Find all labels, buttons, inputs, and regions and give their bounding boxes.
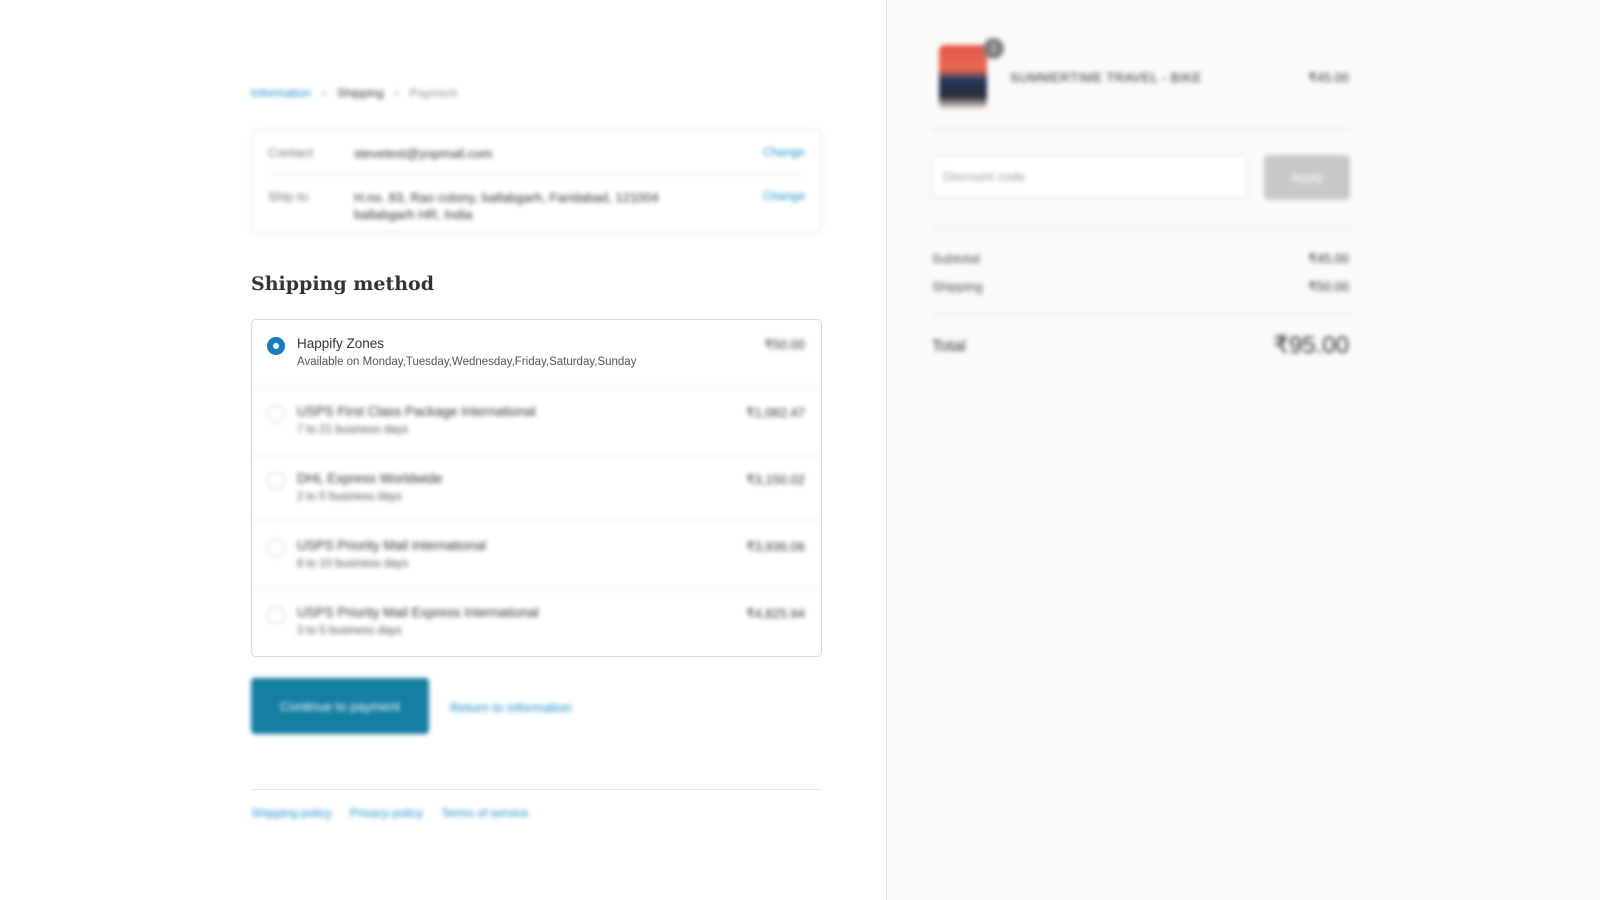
- ship-to-line-1: H.no. 83, Rao colony, ballabgarh, Farida…: [354, 190, 659, 205]
- radio-selected-icon[interactable]: [267, 337, 285, 355]
- summary-divider: [932, 228, 1350, 229]
- shipping-option-name: USPS Priority Mail International: [297, 538, 487, 553]
- contact-value: stevetest@yopmail.com: [354, 146, 493, 161]
- footer-link-terms-of-service[interactable]: Terms of service: [441, 806, 528, 820]
- shipping-option-price: ₹50.00: [764, 337, 805, 352]
- shipping-option-sub: 7 to 21 business days: [297, 424, 409, 436]
- contact-label: Contact: [268, 145, 313, 160]
- product-thumbnail: [939, 45, 987, 109]
- chevron-right-icon: ›: [322, 86, 327, 100]
- review-ship-to-row: Ship to H.no. 83, Rao colony, ballabgarh…: [252, 189, 821, 223]
- checkout-main: Information › Shipping › Payment Contact…: [0, 0, 886, 900]
- shipping-option-usps-priority[interactable]: USPS Priority Mail International 6 to 10…: [252, 521, 821, 588]
- summary-divider: [932, 314, 1350, 315]
- order-summary: [886, 0, 1600, 900]
- shipping-option-usps-first-class[interactable]: USPS First Class Package International 7…: [252, 387, 821, 454]
- product-name: SUMMERTIME TRAVEL - BIKE: [1010, 70, 1202, 85]
- total-label: Total: [932, 338, 966, 355]
- radio-icon[interactable]: [267, 472, 285, 490]
- breadcrumb-payment: Payment: [409, 86, 458, 100]
- shipping-option-happify-zones[interactable]: Happify Zones Available on Monday,Tuesda…: [252, 320, 821, 387]
- apply-discount-button[interactable]: Apply: [1264, 155, 1350, 200]
- shipping-value: ₹50.00: [1308, 279, 1349, 294]
- shipping-option-price: ₹1,082.47: [746, 405, 805, 420]
- shipping-option-sub: 6 to 10 business days: [297, 558, 409, 570]
- footer-link-privacy-policy[interactable]: Privacy policy: [350, 806, 423, 820]
- shipping-method-title: Shipping method: [251, 273, 434, 295]
- shipping-label: Shipping: [932, 279, 983, 294]
- shipping-option-name: DHL Express Worldwide: [297, 471, 443, 486]
- subtotal-value: ₹45.00: [1308, 251, 1349, 266]
- shipping-option-price: ₹3,150.02: [746, 472, 805, 487]
- shipping-option-sub: 2 to 5 business days: [297, 491, 402, 503]
- shipping-option-name: USPS First Class Package International: [297, 404, 536, 419]
- footer-divider: [251, 789, 822, 790]
- ship-to-line-2: ballabgarh HR, India: [354, 207, 473, 222]
- radio-icon[interactable]: [267, 539, 285, 557]
- ship-to-label: Ship to: [268, 189, 309, 204]
- subtotal-label: Subtotal: [932, 251, 980, 266]
- review-block: Contact stevetest@yopmail.com Change Shi…: [251, 130, 822, 233]
- breadcrumb-shipping: Shipping: [337, 86, 384, 100]
- total-value: ₹95.00: [1273, 332, 1349, 359]
- shipping-option-dhl-express[interactable]: DHL Express Worldwide 2 to 5 business da…: [252, 454, 821, 521]
- shipping-option-price: ₹4,825.94: [746, 606, 805, 621]
- shipping-option-sub: 3 to 5 business days: [297, 625, 402, 637]
- quantity-badge: 1: [983, 38, 1004, 59]
- continue-to-payment-button[interactable]: Continue to payment: [251, 678, 429, 734]
- review-contact-row: Contact stevetest@yopmail.com Change: [252, 145, 821, 162]
- ship-to-value: H.no. 83, Rao colony, ballabgarh, Farida…: [354, 189, 763, 223]
- summary-divider: [932, 129, 1350, 130]
- footer-link-shipping-policy[interactable]: Shipping policy: [251, 806, 332, 820]
- shipping-option-usps-priority-express[interactable]: USPS Priority Mail Express International…: [252, 588, 821, 655]
- breadcrumb-information[interactable]: Information: [251, 86, 311, 100]
- shipping-option-name: USPS Priority Mail Express International: [297, 605, 539, 620]
- return-to-information-link[interactable]: Return to information: [450, 700, 571, 715]
- review-divider: [268, 173, 805, 174]
- discount-code-input[interactable]: [932, 155, 1248, 198]
- shipping-option-price: ₹3,936.06: [746, 539, 805, 554]
- change-ship-to-link[interactable]: Change: [763, 189, 805, 223]
- shipping-option-sub: Available on Monday,Tuesday,Wednesday,Fr…: [297, 356, 637, 368]
- radio-icon[interactable]: [267, 606, 285, 624]
- chevron-right-icon: ›: [394, 86, 399, 100]
- product-price: ₹45.00: [1308, 70, 1349, 85]
- footer-links: Shipping policy Privacy policy Terms of …: [251, 806, 528, 820]
- radio-icon[interactable]: [267, 405, 285, 423]
- breadcrumb: Information › Shipping › Payment: [251, 86, 457, 100]
- change-contact-link[interactable]: Change: [763, 145, 805, 162]
- shipping-methods-list: Happify Zones Available on Monday,Tuesda…: [251, 319, 822, 657]
- shipping-option-name: Happify Zones: [297, 336, 385, 351]
